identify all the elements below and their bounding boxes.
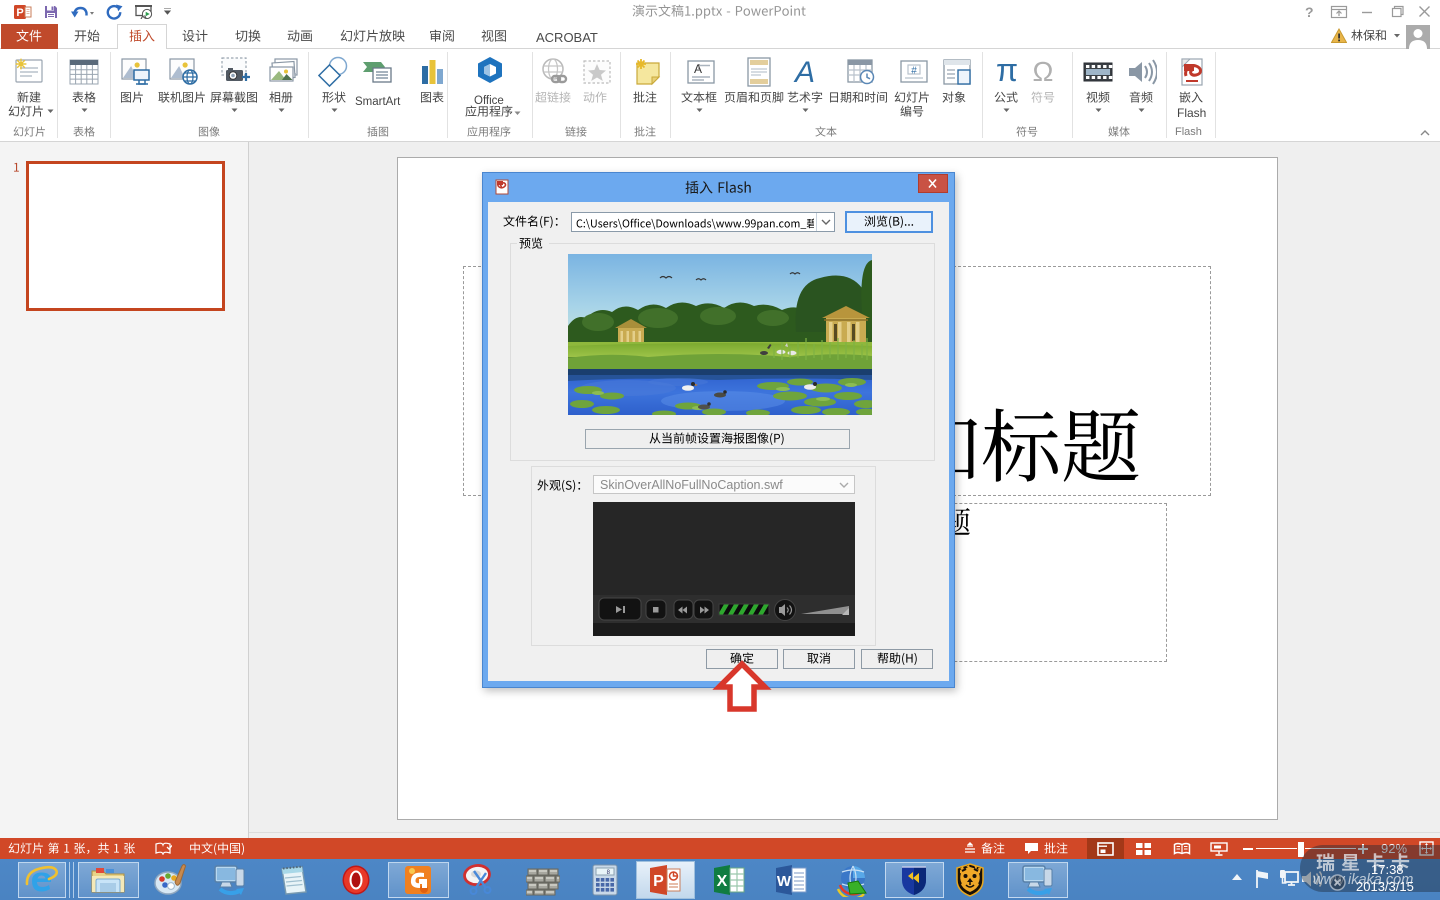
- svg-text:#: #: [911, 66, 917, 77]
- svg-text:P: P: [16, 7, 23, 19]
- svg-text:W: W: [777, 873, 792, 890]
- svg-text:X: X: [717, 873, 728, 890]
- svg-text:Ω: Ω: [1033, 56, 1054, 87]
- svg-text:?: ?: [1305, 4, 1314, 20]
- svg-text:A: A: [694, 62, 702, 76]
- svg-text:A: A: [793, 56, 815, 88]
- svg-text:P: P: [653, 873, 664, 890]
- svg-text:π: π: [996, 54, 1018, 88]
